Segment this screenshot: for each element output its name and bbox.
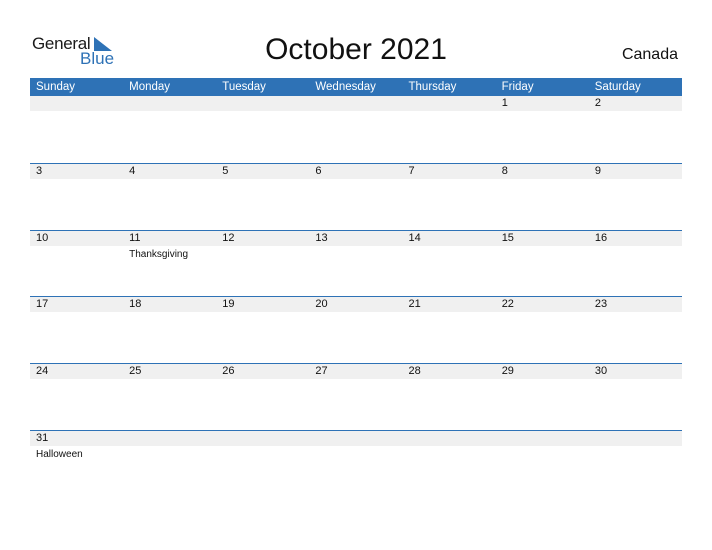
day-cell[interactable]	[216, 96, 309, 156]
day-cell[interactable]: 16	[589, 231, 682, 291]
country-label: Canada	[621, 46, 678, 63]
day-cell[interactable]: 18	[123, 297, 216, 357]
week-row: 3 4 5 6 7 8 9	[30, 163, 682, 230]
day-cell[interactable]: 14	[403, 231, 496, 291]
day-number: 29	[501, 365, 514, 377]
day-number: 13	[315, 232, 328, 244]
day-number: 14	[408, 232, 421, 244]
weekday-friday: Friday	[501, 81, 534, 93]
day-cell[interactable]: 28	[403, 364, 496, 424]
week-row: 24 25 26 27 28 29 30	[30, 363, 682, 430]
day-number: 7	[408, 165, 415, 177]
day-number: 10	[36, 232, 49, 244]
day-cell[interactable]: 3	[30, 164, 123, 224]
week-row: 12	[30, 96, 682, 163]
day-number: 12	[222, 232, 235, 244]
day-number: 6	[315, 165, 322, 177]
day-cell[interactable]: 11 Thanksgiving	[123, 231, 216, 291]
day-number: 24	[36, 365, 49, 377]
day-cell[interactable]: 26	[216, 364, 309, 424]
day-cell[interactable]	[123, 96, 216, 156]
day-cell[interactable]: 15	[496, 231, 589, 291]
day-cell[interactable]	[403, 431, 496, 491]
day-cell[interactable]: 12	[216, 231, 309, 291]
day-number: 23	[594, 298, 608, 310]
holiday-label: Thanksgiving	[129, 249, 189, 260]
day-cell[interactable]: 8	[496, 164, 589, 224]
day-cell[interactable]: 4	[123, 164, 216, 224]
day-number: 1	[501, 97, 508, 109]
day-cell[interactable]: 31 Halloween	[30, 431, 123, 491]
day-cell[interactable]	[30, 96, 123, 156]
day-cell[interactable]: 5	[216, 164, 309, 224]
day-cell[interactable]: 20	[309, 297, 402, 357]
day-number: 15	[501, 232, 514, 244]
day-number: 11	[129, 232, 141, 244]
weekday-sunday: Sunday	[36, 81, 76, 93]
day-number: 17	[36, 298, 49, 310]
weekday-tuesday: Tuesday	[222, 81, 266, 93]
day-cell[interactable]: 29	[496, 364, 589, 424]
day-number: 20	[315, 298, 328, 310]
day-cell[interactable]	[216, 431, 309, 491]
day-number: 26	[222, 365, 235, 377]
day-number: 18	[129, 298, 142, 310]
day-number: 27	[315, 365, 328, 377]
day-cell[interactable]: 13	[309, 231, 402, 291]
day-number: 25	[129, 365, 142, 377]
day-number: 19	[222, 298, 235, 310]
calendar-title: October 2021	[265, 33, 447, 66]
day-cell[interactable]	[589, 431, 682, 491]
day-cell[interactable]: 22	[496, 297, 589, 357]
day-cell[interactable]: 25	[123, 364, 216, 424]
day-cell[interactable]: 23	[589, 297, 682, 357]
day-number: 22	[501, 298, 514, 310]
day-cell[interactable]: 21	[403, 297, 496, 357]
day-cell[interactable]: 2	[589, 96, 682, 156]
day-number: 3	[36, 165, 43, 177]
day-number: 16	[594, 232, 608, 244]
day-number: 8	[501, 165, 508, 177]
day-number: 30	[594, 365, 608, 377]
day-cell[interactable]: 1	[496, 96, 589, 156]
holiday-label: Halloween	[36, 449, 83, 460]
weekday-monday: Monday	[129, 81, 171, 93]
day-cell[interactable]	[496, 431, 589, 491]
day-cell[interactable]: 27	[309, 364, 402, 424]
day-number: 28	[408, 365, 421, 377]
day-cell[interactable]: 17	[30, 297, 123, 357]
day-number: 2	[594, 97, 601, 109]
day-cell[interactable]: 7	[403, 164, 496, 224]
day-cell[interactable]: 6	[309, 164, 402, 224]
weekday-saturday: Saturday	[594, 81, 641, 93]
day-cell[interactable]	[309, 96, 402, 156]
day-cell[interactable]	[403, 96, 496, 156]
day-number: 5	[222, 165, 229, 177]
day-cell[interactable]: 9	[589, 164, 682, 224]
weekday-header: Sunday Monday Tuesday Wednesday Thursday…	[30, 78, 682, 96]
day-number: 4	[129, 165, 136, 177]
day-cell[interactable]: 30	[589, 364, 682, 424]
week-row: 17 18 19 20 21 22 23	[30, 296, 682, 363]
day-cell[interactable]	[123, 431, 216, 491]
day-number: 21	[408, 298, 421, 310]
weekday-thursday: Thursday	[408, 81, 457, 93]
day-number: 9	[594, 165, 601, 177]
day-cell[interactable]	[309, 431, 402, 491]
weekday-wednesday: Wednesday	[315, 81, 376, 93]
week-row: 10 11 Thanksgiving 12 13 14 15 16	[30, 230, 682, 297]
day-cell[interactable]: 10	[30, 231, 123, 291]
day-cell[interactable]: 24	[30, 364, 123, 424]
week-row: 31 Halloween	[30, 430, 682, 497]
day-cell[interactable]: 19	[216, 297, 309, 357]
day-number: 31	[36, 432, 49, 444]
